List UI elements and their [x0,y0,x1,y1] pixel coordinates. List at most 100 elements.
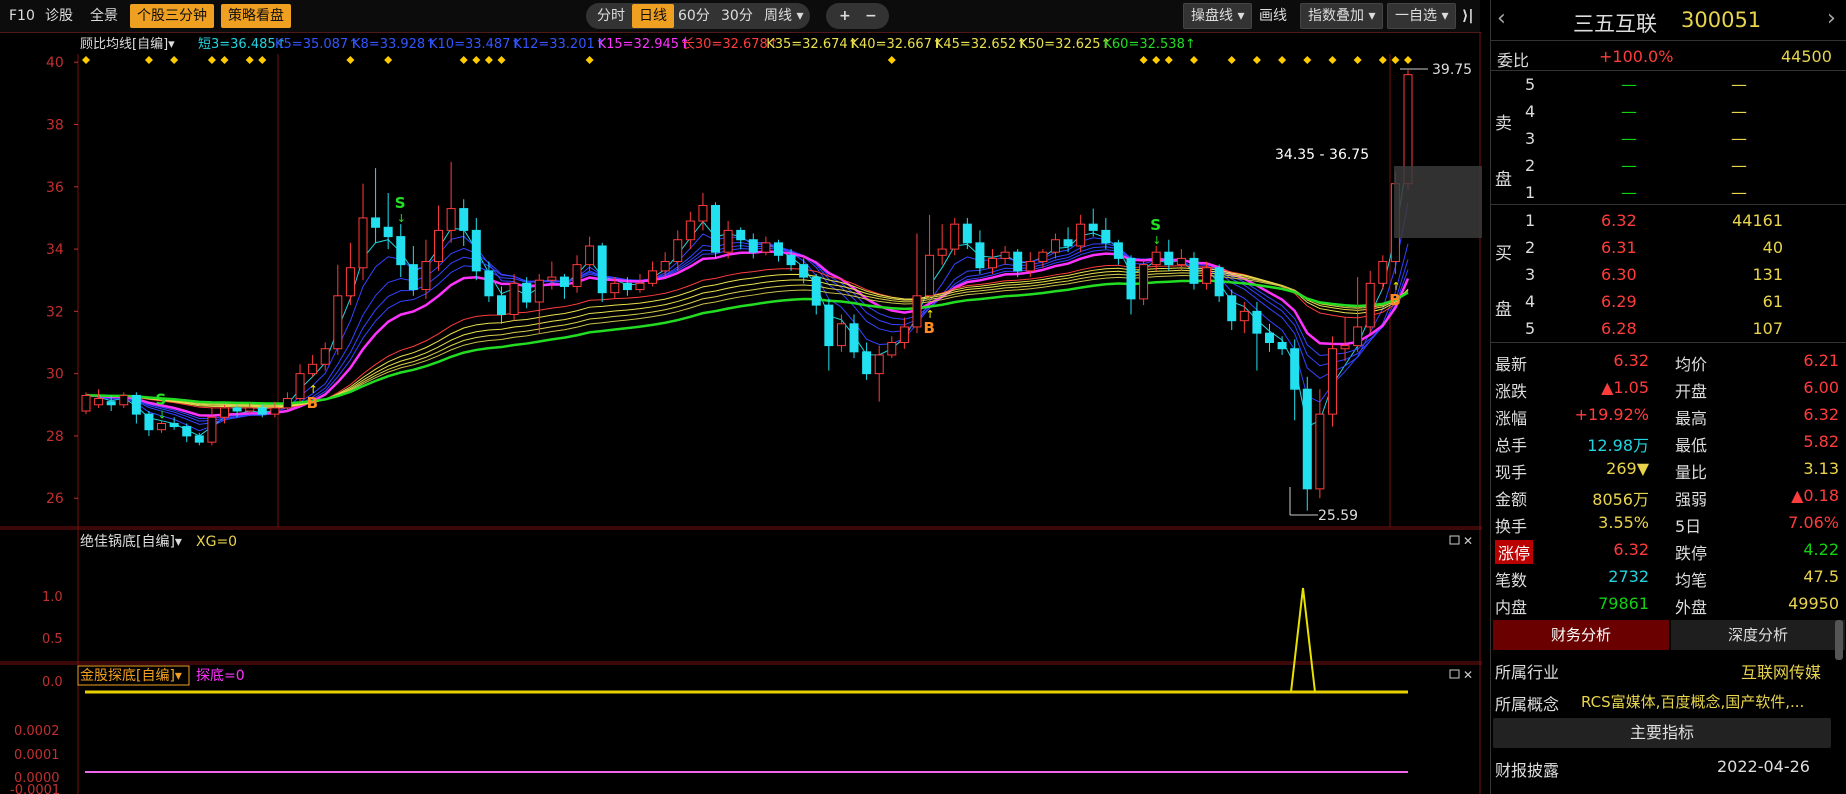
prev-stock-icon[interactable]: ‹ [1497,6,1506,31]
diagnose-button[interactable]: 诊股 [38,4,80,28]
watchlist-dropdown[interactable]: 一自选 ▾ [1387,3,1457,29]
candle-body [950,223,960,250]
strategy-button[interactable]: 策略看盘 [221,4,291,28]
low-label-group: 25.59 [1289,487,1358,524]
candle-body [207,416,217,443]
tab-60min[interactable]: 60分 [671,4,717,28]
candle-body [1315,413,1325,490]
indicator-name: 顾比均线[自编]▾ [80,37,175,52]
stat-row: 金额 8056万 强弱 ▲0.18 [1495,486,1839,509]
candle-body [748,239,758,253]
tab-intraday[interactable]: 分时 [590,4,632,28]
candle-body [434,229,444,263]
top-marker [472,56,481,64]
candle-body [345,267,355,297]
candle-body [962,223,972,244]
candle-body [862,351,872,375]
candle-body [1202,267,1212,284]
main-indicator-button[interactable]: 主要指标 [1493,718,1831,748]
sub2-tick: -0.0001 [10,783,60,794]
candle-body [496,295,506,315]
top-marker [497,56,506,64]
candle-body [358,217,368,269]
candle-body [282,398,292,409]
y-tick-label: 34 [46,242,64,258]
top-marker [1303,56,1312,64]
kline-chart[interactable]: 顾比均线[自编]▾ 短3=36.485↑K5=35.087↑K8=33.928↑… [0,32,1482,794]
sell-row: 4— — [1525,102,1747,121]
candle-body [396,236,406,266]
candle-body [1340,345,1350,350]
candle-body [81,394,91,412]
sell-signal: S [395,194,406,212]
trade-line-dropdown[interactable]: 操盘线 ▾ [1183,3,1253,29]
buy-signal: B [924,319,935,337]
analysis-tabs: 财务分析 深度分析 [1493,620,1845,650]
candle-body [383,226,393,238]
scrollbar[interactable] [1835,620,1843,660]
ma-legend-item: K10=33.487↑ [429,37,521,52]
y-tick-label: 32 [46,304,64,320]
buy-signal: B [1389,291,1400,309]
candle-body [1176,257,1186,266]
candle-body [371,217,381,228]
signals: S↓S↓ S↓↑B↑B↑B [156,194,1401,421]
candle-body [811,276,821,306]
y-tick-label: 36 [46,180,64,196]
next-stock-icon[interactable]: › [1827,6,1836,31]
candle-body [522,282,532,303]
tab-daily[interactable]: 日线 [632,4,674,28]
panorama-button[interactable]: 全景 [83,4,125,28]
f10-button[interactable]: F10 [2,4,42,28]
three-minute-button[interactable]: 个股三分钟 [130,4,214,28]
candle-body [169,422,179,428]
collapse-icon[interactable]: ⟩| [1455,4,1481,28]
top-marker [1328,56,1337,64]
candle-body [333,295,343,350]
tab-deep[interactable]: 深度分析 [1671,620,1845,650]
top-marker [1278,56,1287,64]
candle-body [874,354,884,375]
index-overlay-dropdown[interactable]: 指数叠加 ▾ [1300,3,1384,29]
concept-link[interactable]: RCS富媒体,百度概念,国产软件,... [1581,691,1804,712]
candle-body [446,208,456,231]
ma-line [85,279,1409,405]
candle-body [1113,242,1123,259]
zoom-out-button[interactable]: − [858,4,884,28]
tab-financial[interactable]: 财务分析 [1493,620,1669,650]
top-marker [346,56,355,64]
tab-30min[interactable]: 30分 [714,4,760,28]
candle-body [194,435,204,443]
zoom-in-button[interactable]: + [832,4,858,28]
top-marker [1164,56,1173,64]
top-marker [1353,56,1362,64]
panel-window-icons[interactable]: ✕ ✕ [1449,534,1473,682]
stock-code: 300051 [1681,8,1762,32]
industry-link[interactable]: 互联网传媒 [1741,659,1821,683]
candle-body [471,229,481,272]
sub-panel-2: 金股探底[自编]▾ 探底=0 0.0002 0.0001 0.0000 -0.0… [10,665,1408,794]
y-tick-label: 38 [46,118,64,134]
candle-body [94,398,104,406]
top-marker [1391,56,1400,64]
candle-body [509,282,519,315]
candle-body [899,326,909,343]
candle-body [157,422,167,431]
candle-body [723,229,733,253]
tab-weekly[interactable]: 周线 ▾ [757,4,810,28]
draw-line-button[interactable]: 画线 [1252,4,1294,28]
top-markers [82,56,1412,64]
sell-row: 5— — [1525,75,1747,94]
stat-row: 最新 6.32 均价 6.21 [1495,351,1839,374]
candle-body [484,270,494,297]
ma-line [85,202,1409,432]
candle-body [547,276,557,281]
sell-row: 2— — [1525,156,1747,175]
ma-legend-item: 短3=36.485↑ [198,37,287,52]
candle-body [887,341,897,356]
candle-body [1076,223,1086,247]
candle-body [711,204,721,253]
indicator-header: 顾比均线[自编]▾ 短3=36.485↑K5=35.087↑K8=33.928↑… [80,37,1196,52]
top-toolbar: F10 诊股 全景 个股三分钟 策略看盘 分时 日线 60分 30分 周线 ▾ … [0,0,1480,33]
concept-row: 所属概念 RCS富媒体,百度概念,国产软件,... [1495,691,1805,714]
